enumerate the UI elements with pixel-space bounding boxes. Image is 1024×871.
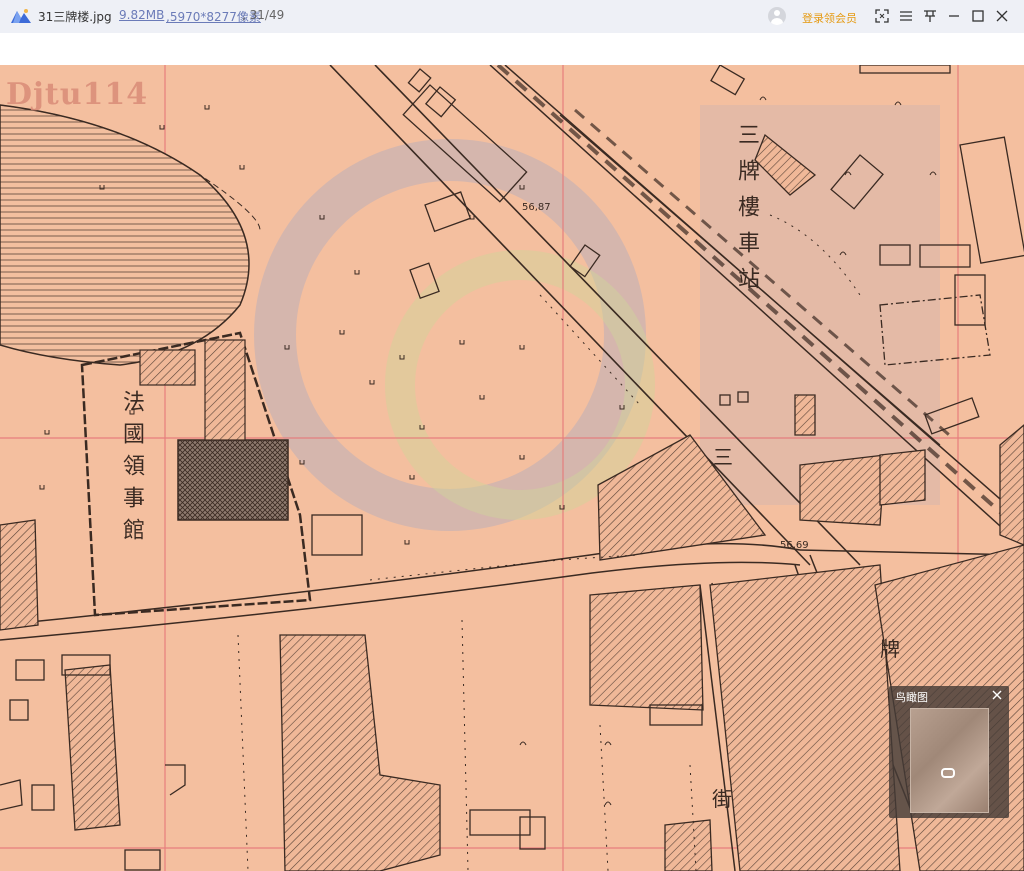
close-icon bbox=[992, 690, 1002, 700]
street-label-1: 三 bbox=[713, 445, 733, 469]
maximize-button[interactable] bbox=[968, 6, 988, 26]
station-label: 三牌樓車站 bbox=[734, 123, 759, 303]
fullscreen-icon bbox=[875, 9, 889, 23]
menu-icon bbox=[900, 11, 912, 21]
avatar-icon[interactable] bbox=[768, 7, 786, 25]
fullscreen-button[interactable] bbox=[872, 6, 892, 26]
file-name: 31三牌楼.jpg bbox=[38, 10, 112, 24]
street-label-3: 街 bbox=[712, 787, 732, 811]
elevation-label-1: 56,87 bbox=[522, 202, 551, 213]
pin-button[interactable] bbox=[920, 6, 940, 26]
menu-button[interactable] bbox=[896, 6, 916, 26]
file-index: , 31/49 bbox=[242, 8, 285, 22]
file-size[interactable]: 9.82MB bbox=[119, 8, 164, 22]
toolbar-strip bbox=[0, 33, 1024, 65]
login-vip-link[interactable]: 登录领会员 bbox=[802, 10, 857, 26]
elevation-label-2: 56,69 bbox=[780, 540, 809, 551]
minimize-icon bbox=[949, 15, 959, 17]
birdeye-title: 鸟瞰图 bbox=[895, 691, 928, 704]
maximize-icon bbox=[972, 10, 984, 22]
birdeye-viewport-frame[interactable] bbox=[941, 768, 955, 778]
consulate-label: 法國領事館 bbox=[119, 390, 144, 550]
birdeye-close-button[interactable] bbox=[990, 687, 1004, 701]
map-watermark: Djtu114 bbox=[6, 77, 149, 112]
street-label-2: 牌 bbox=[880, 637, 900, 661]
close-icon bbox=[996, 10, 1008, 22]
birdeye-thumbnail[interactable] bbox=[910, 708, 989, 813]
minimize-button[interactable] bbox=[944, 6, 964, 26]
pin-icon bbox=[924, 10, 936, 22]
close-button[interactable] bbox=[992, 6, 1012, 26]
image-viewport[interactable]: Djtu114 法國領事館 三牌樓車站 三 牌 街 56,87 56,69 bbox=[0, 65, 1024, 871]
title-bar: 31三牌楼.jpg 9.82MB ,5970*8277像素 , 31/49 登录… bbox=[0, 0, 1024, 33]
birdeye-panel[interactable]: 鸟瞰图 bbox=[889, 686, 1009, 818]
map-image bbox=[0, 65, 1024, 871]
app-logo-icon bbox=[11, 8, 31, 24]
